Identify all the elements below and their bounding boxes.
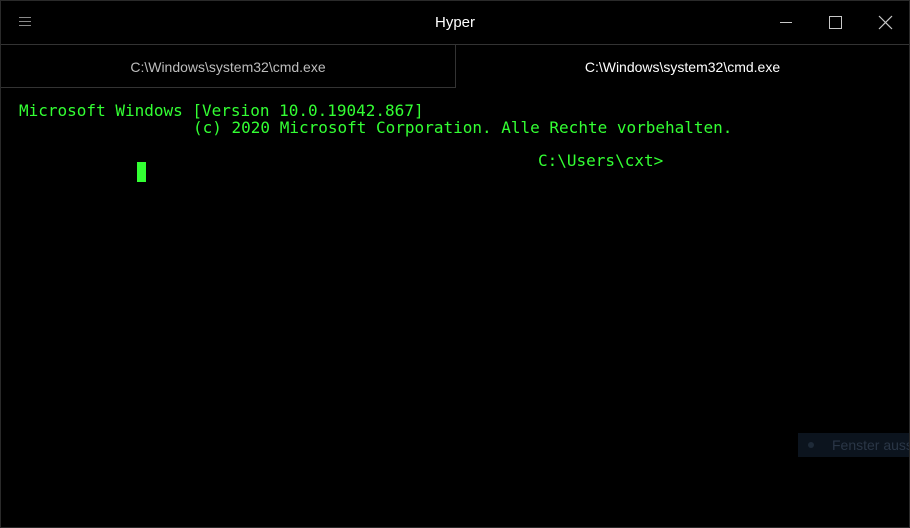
tab-bar: C:\Windows\system32\cmd.exe C:\Windows\s… [1, 44, 909, 88]
minimize-button[interactable] [771, 9, 801, 37]
notification-toast[interactable]: Fenster auss [798, 433, 910, 457]
notification-dot-icon [808, 442, 814, 448]
terminal-prompt: C:\Users\cxt> [538, 151, 664, 170]
tab-cmd-1[interactable]: C:\Windows\system32\cmd.exe [1, 44, 456, 88]
title-bar[interactable]: Hyper [1, 1, 909, 44]
tab-cmd-2-active[interactable]: C:\Windows\system32\cmd.exe [456, 44, 909, 88]
close-button[interactable] [870, 9, 900, 37]
notification-text: Fenster auss [832, 437, 910, 453]
minimize-icon [780, 22, 792, 23]
hamburger-menu-button[interactable] [11, 11, 37, 33]
close-icon [878, 15, 893, 30]
terminal-line-copyright: (c) 2020 Microsoft Corporation. Alle Rec… [193, 118, 733, 137]
maximize-icon [829, 16, 842, 29]
hyper-window: Hyper C:\Windows\system32\cmd.exe C:\Win… [0, 0, 910, 528]
maximize-button[interactable] [821, 9, 851, 37]
terminal-output[interactable]: Microsoft Windows [Version 10.0.19042.86… [1, 88, 909, 527]
terminal-cursor [137, 162, 146, 182]
